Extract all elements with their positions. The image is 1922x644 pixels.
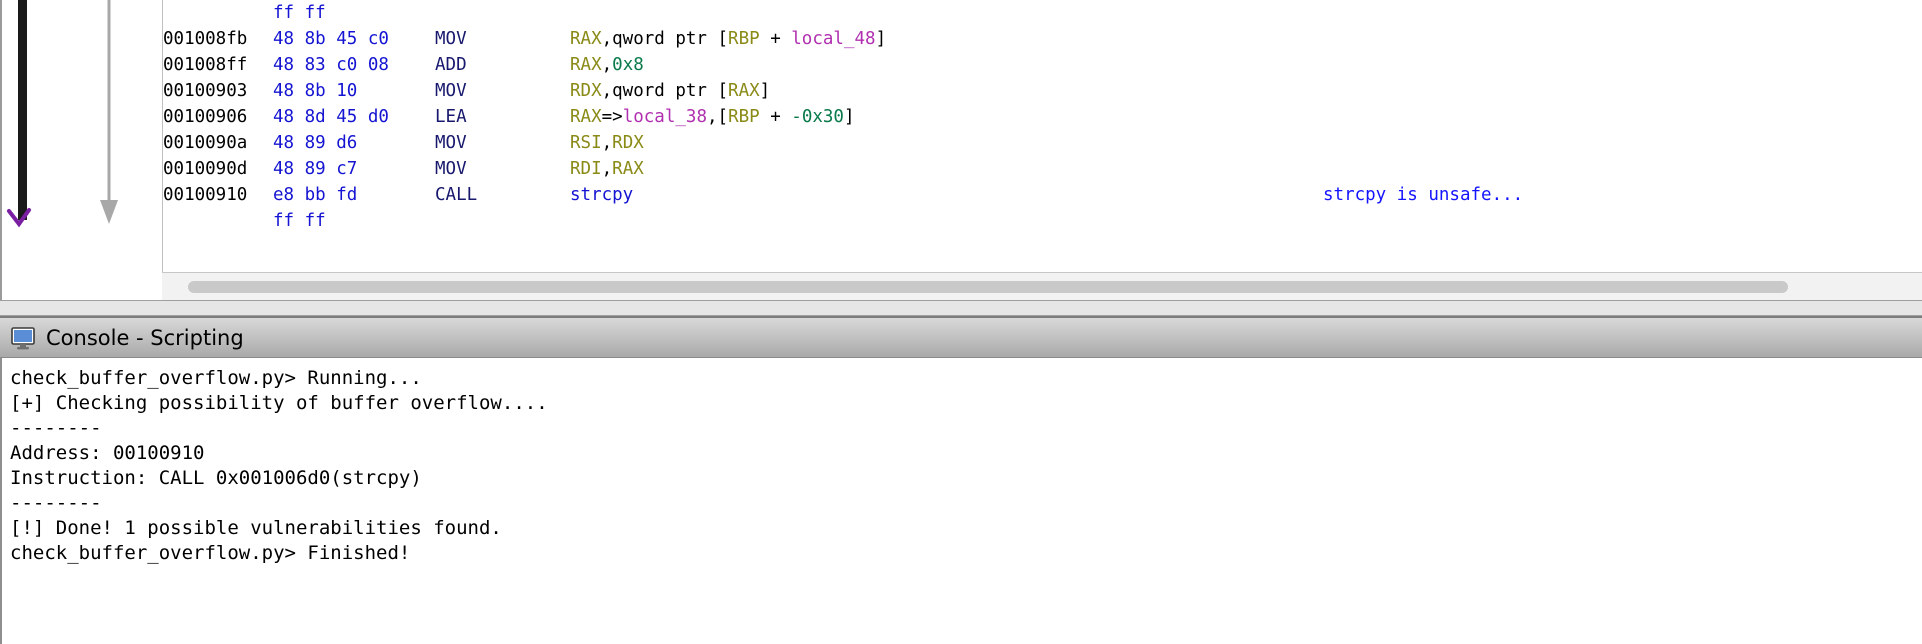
console-output-line: [!] Done! 1 possible vulnerabilities fou… [10, 516, 1922, 541]
code-line[interactable]: 0010090a48 89 d6MOVRSI,RDX [163, 130, 1922, 156]
console-output-line: check_buffer_overflow.py> Finished! [10, 541, 1922, 566]
instruction-bytes: 48 8d 45 d0 [273, 104, 435, 130]
console-output-line: check_buffer_overflow.py> Running... [10, 366, 1922, 391]
listing-navigation-gutter[interactable] [42, 0, 162, 300]
operand-token-reg: RAX [612, 159, 644, 179]
instruction-operands: RAX=>local_38,[RBP + -0x30] [570, 104, 855, 130]
console-output-line: -------- [10, 491, 1922, 516]
instruction-bytes: 48 8b 10 [273, 78, 435, 104]
listing-horizontal-scrollbar-thumb[interactable] [188, 281, 1788, 293]
operand-token-punct: ] [876, 29, 887, 49]
flow-arrow-head-icon [6, 205, 32, 231]
code-line[interactable]: 001008fb48 8b 45 c0MOVRAX,qword ptr [RBP… [163, 26, 1922, 52]
operand-token-reg: RBP [728, 107, 760, 127]
instruction-operands: strcpy [570, 182, 633, 208]
instruction-address: 0010090d [163, 156, 273, 182]
code-line[interactable]: 0010090d48 89 c7MOVRDI,RAX [163, 156, 1922, 182]
operand-token-punct: => [602, 107, 623, 127]
instruction-mnemonic: MOV [435, 156, 570, 182]
instruction-mnemonic: MOV [435, 78, 570, 104]
instruction-bytes: 48 89 d6 [273, 130, 435, 156]
instruction-bytes: 48 89 c7 [273, 156, 435, 182]
instruction-address: 001008ff [163, 52, 273, 78]
listing-horizontal-scrollbar[interactable] [162, 272, 1922, 300]
code-rows: 001008fb48 8b 45 c0MOVRAX,qword ptr [RBP… [163, 26, 1922, 208]
operand-token-num: 0x8 [612, 55, 644, 75]
instruction-address: 0010090a [163, 130, 273, 156]
operand-token-func[interactable]: strcpy [570, 185, 633, 205]
console-scripting-pane: Console - Scripting check_buffer_overflo… [0, 316, 1922, 644]
operand-token-punct: ,qword ptr [ [602, 81, 728, 101]
code-line[interactable]: 001008ff48 83 c0 08ADDRAX,0x8 [163, 52, 1922, 78]
console-output-line: -------- [10, 416, 1922, 441]
scroll-down-arrow-icon[interactable] [97, 0, 121, 228]
operand-token-reg: RSI [570, 133, 602, 153]
instruction-bytes: 48 83 c0 08 [273, 52, 435, 78]
instruction-address: 00100906 [163, 104, 273, 130]
code-line-continuation-top[interactable]: ff ff [163, 0, 1922, 26]
operand-token-reg: RAX [570, 29, 602, 49]
operand-token-punct: , [602, 55, 613, 75]
flow-arrow-gutter [0, 0, 42, 300]
instruction-operands: RAX,qword ptr [RBP + local_48] [570, 26, 886, 52]
operand-token-punct: , [602, 159, 613, 179]
code-line-continuation-bottom[interactable]: ff ff [163, 208, 1922, 234]
instruction-mnemonic: MOV [435, 26, 570, 52]
continuation-bytes-top: ff ff [273, 3, 326, 23]
pane-divider[interactable] [0, 300, 1922, 316]
console-title-label: Console - Scripting [46, 326, 244, 350]
code-line[interactable]: 00100910e8 bb fdCALLstrcpy strcpy is unsa… [163, 182, 1922, 208]
console-lines: check_buffer_overflow.py> Running...[+] … [10, 366, 1922, 566]
flow-arrow-bar [18, 0, 27, 220]
operand-token-punct: ] [760, 81, 771, 101]
operand-token-reg: RDX [612, 133, 644, 153]
continuation-bytes-bottom: ff ff [273, 211, 326, 231]
operand-token-reg: RAX [728, 81, 760, 101]
code-line[interactable]: 0010090348 8b 10MOVRDX,qword ptr [RAX] [163, 78, 1922, 104]
console-monitor-icon [10, 325, 36, 351]
operand-token-reg: RDI [570, 159, 602, 179]
console-output-line: [+] Checking possibility of buffer overf… [10, 391, 1922, 416]
disassembly-listing-pane[interactable]: ff ff 001008fb48 8b 45 c0MOVRAX,qword pt… [0, 0, 1922, 300]
operand-token-reg: RBP [728, 29, 760, 49]
instruction-operands: RAX,0x8 [570, 52, 644, 78]
console-output-line: Address: 00100910 [10, 441, 1922, 466]
operand-token-reg: RAX [570, 107, 602, 127]
eol-comment: strcpy is unsafe... [1323, 182, 1523, 208]
operand-token-label[interactable]: local_48 [791, 29, 875, 49]
instruction-mnemonic: MOV [435, 130, 570, 156]
operand-token-reg: RAX [570, 55, 602, 75]
operand-token-punct: ,[ [707, 107, 728, 127]
console-output-area[interactable]: check_buffer_overflow.py> Running...[+] … [0, 358, 1922, 644]
operand-token-reg: RDX [570, 81, 602, 101]
console-titlebar[interactable]: Console - Scripting [0, 316, 1922, 358]
code-line[interactable]: 0010090648 8d 45 d0LEARAX=>local_38,[RBP… [163, 104, 1922, 130]
instruction-mnemonic: ADD [435, 52, 570, 78]
instruction-address: 00100903 [163, 78, 273, 104]
code-surface[interactable]: ff ff 001008fb48 8b 45 c0MOVRAX,qword pt… [162, 0, 1922, 272]
operand-token-num: -0x30 [791, 107, 844, 127]
operand-token-punct: + [760, 107, 792, 127]
operand-token-punct: ,qword ptr [ [602, 29, 728, 49]
instruction-bytes: e8 bb fd [273, 182, 435, 208]
instruction-operands: RDI,RAX [570, 156, 644, 182]
operand-token-punct: ] [844, 107, 855, 127]
instruction-address: 00100910 [163, 182, 273, 208]
operand-token-punct: + [760, 29, 792, 49]
instruction-operands: RSI,RDX [570, 130, 644, 156]
console-output-line: Instruction: CALL 0x001006d0(strcpy) [10, 466, 1922, 491]
instruction-mnemonic: CALL [435, 182, 570, 208]
instruction-address: 001008fb [163, 26, 273, 52]
instruction-bytes: 48 8b 45 c0 [273, 26, 435, 52]
operand-token-punct: , [602, 133, 613, 153]
instruction-operands: RDX,qword ptr [RAX] [570, 78, 770, 104]
operand-token-label[interactable]: local_38 [623, 107, 707, 127]
instruction-mnemonic: LEA [435, 104, 570, 130]
